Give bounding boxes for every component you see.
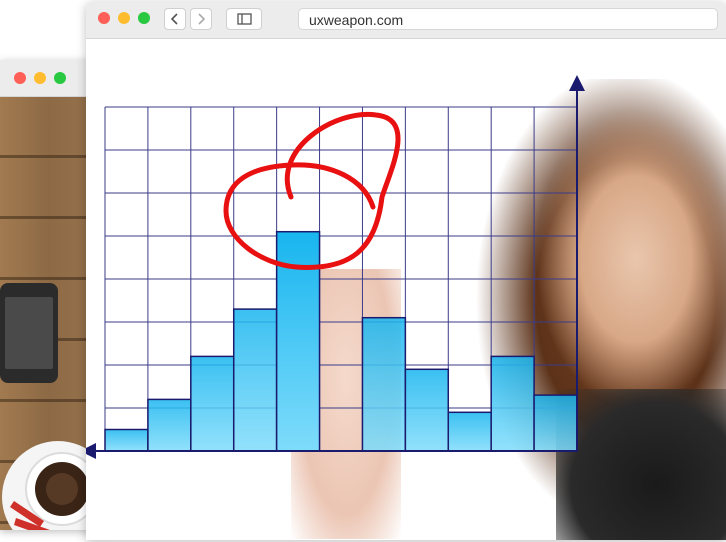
chevron-right-icon xyxy=(198,13,206,25)
url-text: uxweapon.com xyxy=(309,12,404,28)
sidebar-icon xyxy=(237,13,252,25)
bar-chart xyxy=(86,75,585,459)
chart-bar xyxy=(447,411,492,452)
minimize-button[interactable] xyxy=(118,12,130,24)
background-minimize-button[interactable] xyxy=(34,72,46,84)
forward-button[interactable] xyxy=(190,8,212,30)
chart-bar xyxy=(404,368,450,452)
zoom-button[interactable] xyxy=(138,12,150,24)
chart-bar xyxy=(361,316,407,452)
address-bar[interactable]: uxweapon.com xyxy=(298,8,718,30)
chart-bar xyxy=(147,398,192,452)
chart-bar xyxy=(190,355,235,452)
chevron-left-icon xyxy=(170,13,178,25)
close-button[interactable] xyxy=(98,12,110,24)
window-titlebar: uxweapon.com xyxy=(86,2,726,39)
chart-bar xyxy=(490,355,535,452)
background-zoom-button[interactable] xyxy=(54,72,66,84)
sidebar-toggle-button[interactable] xyxy=(226,8,262,30)
chart-bar xyxy=(533,394,578,452)
chart-bar xyxy=(104,428,149,452)
page-content xyxy=(86,39,726,540)
browser-window: uxweapon.com xyxy=(86,2,726,540)
back-button[interactable] xyxy=(164,8,186,30)
chart-bar xyxy=(232,308,278,452)
background-close-button[interactable] xyxy=(14,72,26,84)
